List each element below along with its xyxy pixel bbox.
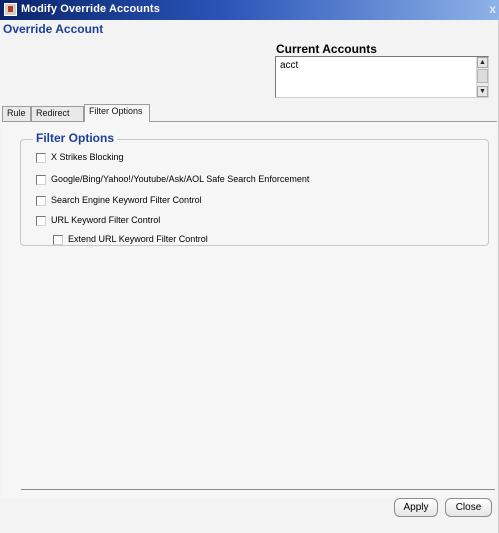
current-accounts-label: Current Accounts: [276, 42, 377, 56]
filter-options-legend: Filter Options: [33, 131, 117, 145]
list-item[interactable]: acct: [280, 60, 298, 71]
option-label: X Strikes Blocking: [51, 152, 124, 162]
tab-rule[interactable]: Rule: [2, 106, 31, 121]
extend-url-keyword-filter-checkbox[interactable]: [53, 235, 63, 245]
tab-redirect[interactable]: Redirect: [31, 106, 84, 121]
arrow-down-icon[interactable]: ▼: [477, 86, 488, 97]
option-label: URL Keyword Filter Control: [51, 215, 161, 225]
x-strikes-blocking-checkbox[interactable]: [36, 153, 46, 163]
page-title: Override Account: [3, 22, 104, 36]
option-label: Google/Bing/Yahoo!/Youtube/Ask/AOL Safe …: [51, 174, 310, 184]
search-engine-keyword-filter-checkbox[interactable]: [36, 196, 46, 206]
tab-filter-options[interactable]: Filter Options: [84, 104, 150, 122]
footer-divider: [21, 489, 495, 490]
title-bar[interactable]: Modify Override Accounts x: [0, 0, 499, 20]
option-label: Extend URL Keyword Filter Control: [68, 234, 208, 244]
app-window-icon: [4, 3, 17, 16]
option-label: Search Engine Keyword Filter Control: [51, 195, 202, 205]
current-accounts-list[interactable]: acct ▲ ▼: [275, 56, 489, 98]
arrow-up-icon[interactable]: ▲: [477, 57, 488, 68]
modify-override-accounts-dialog: Modify Override Accounts x Override Acco…: [0, 0, 499, 533]
close-button[interactable]: Close: [445, 498, 492, 517]
apply-button[interactable]: Apply: [394, 498, 438, 517]
accounts-scrollbar[interactable]: ▲ ▼: [476, 57, 488, 97]
url-keyword-filter-checkbox[interactable]: [36, 216, 46, 226]
scroll-thumb[interactable]: [477, 69, 488, 83]
close-window-icon[interactable]: x: [489, 2, 496, 16]
safe-search-enforcement-checkbox[interactable]: [36, 175, 46, 185]
window-title: Modify Override Accounts: [21, 3, 160, 15]
